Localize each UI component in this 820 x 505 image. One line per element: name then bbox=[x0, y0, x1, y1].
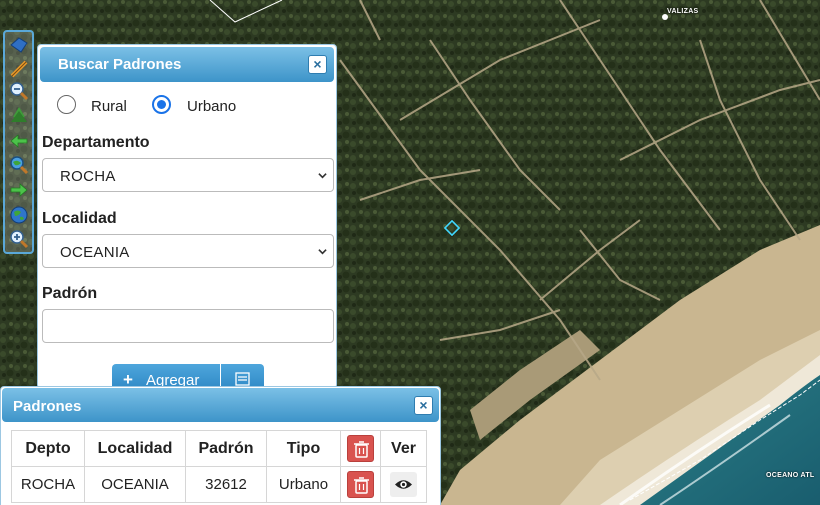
cell-depto: ROCHA bbox=[11, 466, 85, 503]
type-radio-group: Rural Urbano bbox=[38, 92, 336, 116]
departamento-select-value: ROCHA bbox=[60, 168, 116, 185]
localidad-select[interactable]: OCEANIA bbox=[42, 234, 334, 268]
radio-rural[interactable] bbox=[57, 95, 76, 114]
zoom-extent-icon[interactable] bbox=[8, 154, 30, 176]
globe-icon[interactable] bbox=[8, 204, 30, 226]
eye-icon bbox=[395, 480, 412, 489]
delete-all-button[interactable] bbox=[347, 435, 374, 462]
trash-icon bbox=[354, 441, 369, 458]
map-label-oceano: OCEANO ATL bbox=[766, 472, 815, 479]
cell-tipo: Urbano bbox=[266, 466, 341, 503]
forward-arrow-icon[interactable] bbox=[8, 179, 30, 201]
close-icon[interactable]: × bbox=[414, 396, 433, 415]
chevron-down-icon bbox=[318, 173, 327, 179]
pine-icon[interactable] bbox=[8, 104, 30, 126]
pan-icon[interactable] bbox=[8, 34, 30, 56]
departamento-select[interactable]: ROCHA bbox=[42, 158, 334, 192]
search-panel-header[interactable]: Buscar Padrones × bbox=[40, 47, 334, 82]
back-arrow-icon[interactable] bbox=[8, 130, 30, 152]
column-header-localidad[interactable]: Localidad bbox=[84, 430, 186, 467]
table-row: ROCHA OCEANIA 32612 Urbano bbox=[11, 466, 427, 503]
column-header-padron[interactable]: Padrón bbox=[185, 430, 267, 467]
column-header-delete bbox=[340, 430, 381, 467]
cell-delete bbox=[340, 466, 381, 503]
table-header-row: Depto Localidad Padrón Tipo Ver bbox=[11, 430, 427, 467]
radio-urbano-label[interactable]: Urbano bbox=[187, 98, 236, 115]
results-panel-header[interactable]: Padrones × bbox=[2, 388, 439, 422]
cell-view bbox=[380, 466, 427, 503]
column-header-tipo[interactable]: Tipo bbox=[266, 430, 341, 467]
view-button[interactable] bbox=[390, 472, 417, 497]
search-panel: Buscar Padrones × Rural Urbano Departame… bbox=[37, 44, 337, 389]
delete-row-button[interactable] bbox=[347, 471, 374, 498]
radio-urbano[interactable] bbox=[152, 95, 171, 114]
padron-label: Padrón bbox=[42, 285, 98, 302]
results-table: Depto Localidad Padrón Tipo Ver ROCHA OC… bbox=[11, 430, 427, 503]
trash-icon bbox=[354, 477, 369, 494]
map-label-valizas: VALIZAS bbox=[667, 8, 699, 15]
cell-localidad: OCEANIA bbox=[84, 466, 186, 503]
column-header-ver: Ver bbox=[380, 430, 427, 467]
map-toolbar bbox=[3, 30, 34, 254]
padron-input[interactable] bbox=[42, 309, 334, 343]
results-panel-title: Padrones bbox=[13, 398, 82, 415]
chevron-down-icon bbox=[318, 249, 327, 255]
column-header-depto[interactable]: Depto bbox=[11, 430, 85, 467]
localidad-label: Localidad bbox=[42, 210, 117, 227]
localidad-select-value: OCEANIA bbox=[60, 244, 130, 261]
zoom-in-icon[interactable] bbox=[8, 228, 30, 250]
cell-padron: 32612 bbox=[185, 466, 267, 503]
departamento-label: Departamento bbox=[42, 134, 150, 151]
results-panel: Padrones × Depto Localidad Padrón Tipo V… bbox=[0, 386, 441, 505]
search-panel-title: Buscar Padrones bbox=[58, 56, 182, 73]
zoom-out-icon[interactable] bbox=[8, 80, 30, 102]
measure-icon[interactable] bbox=[8, 58, 30, 80]
close-icon[interactable]: × bbox=[308, 55, 327, 74]
radio-rural-label[interactable]: Rural bbox=[91, 98, 127, 115]
